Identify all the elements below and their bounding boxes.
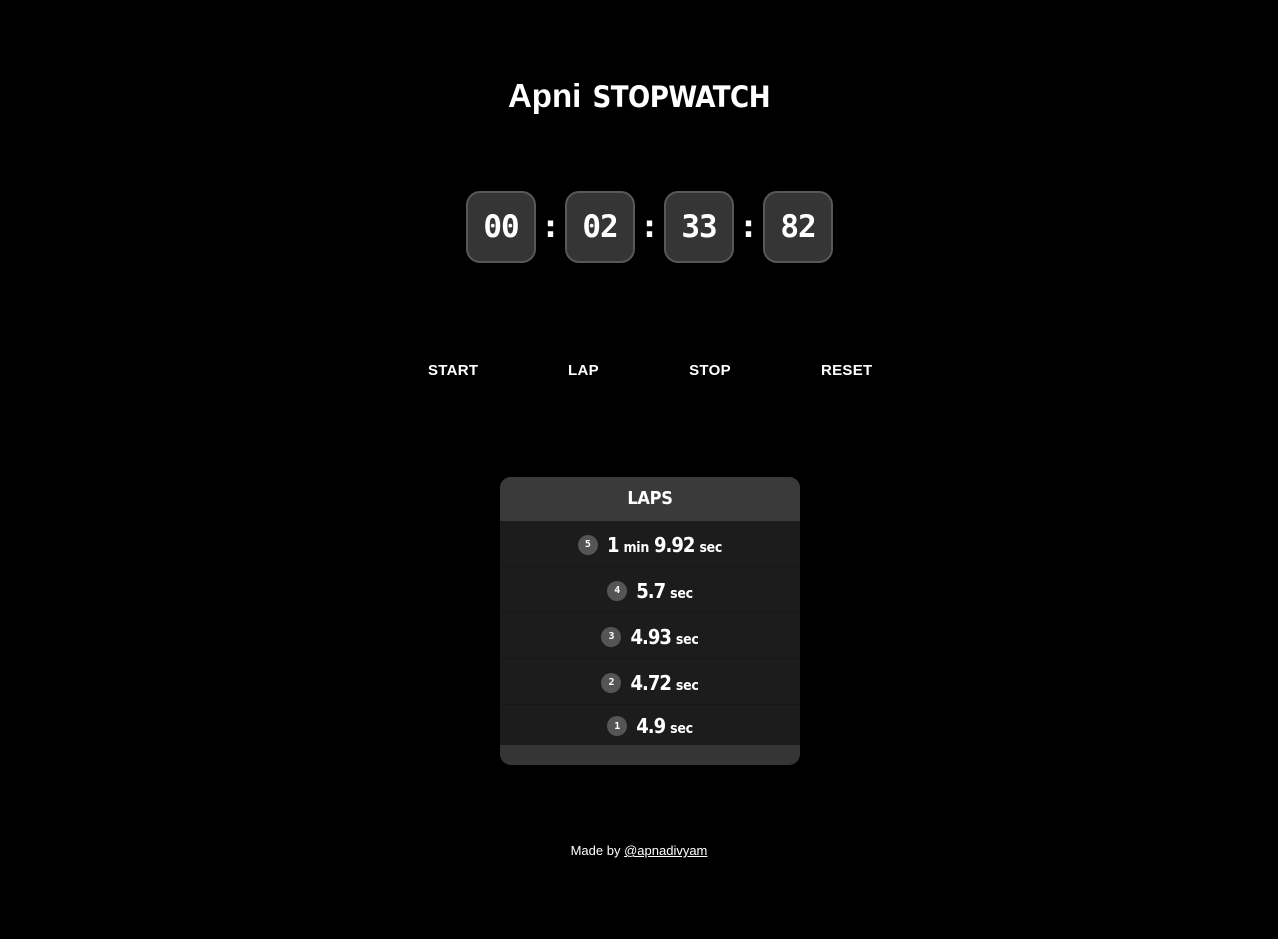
lap-time: 4.9 sec xyxy=(636,714,693,738)
lap-seconds-unit: sec xyxy=(670,585,693,602)
reset-button[interactable]: RESET xyxy=(821,360,872,382)
lap-seconds: 4.93 xyxy=(630,624,671,649)
footer-prefix: Made by xyxy=(570,843,621,858)
lap-number-badge: 3 xyxy=(601,626,622,647)
time-separator: : xyxy=(742,210,755,245)
lap-time: 4.72 sec xyxy=(630,671,698,695)
lap-item: 1 4.9 sec xyxy=(500,705,800,745)
author-link[interactable]: @apnadivyam xyxy=(624,843,707,858)
title-brand: Apni xyxy=(507,77,582,114)
start-button[interactable]: START xyxy=(428,360,478,382)
laps-panel: LAPS 5 1 min 9.92 sec 4 5.7 sec 3 4.93 s… xyxy=(500,477,800,765)
lap-seconds-unit: sec xyxy=(675,631,699,648)
lap-time: 4.93 sec xyxy=(630,625,698,649)
lap-number-badge: 2 xyxy=(601,672,622,693)
lap-number-badge: 1 xyxy=(607,716,628,736)
laps-heading: LAPS xyxy=(500,477,800,521)
lap-number-badge: 5 xyxy=(577,534,598,555)
lap-item: 5 1 min 9.92 sec xyxy=(500,521,800,567)
lap-number-badge: 4 xyxy=(607,580,628,601)
lap-seconds-unit: sec xyxy=(675,677,699,694)
page-title: Apni STOPWATCH xyxy=(0,76,1278,117)
lap-seconds: 4.72 xyxy=(630,670,671,695)
lap-seconds-unit: sec xyxy=(699,539,723,556)
lap-minutes-unit: min xyxy=(623,539,649,556)
timer-display: 00 : 02 : 33 : 82 xyxy=(466,191,833,263)
time-separator: : xyxy=(643,210,656,245)
lap-time: 5.7 sec xyxy=(636,579,693,603)
stop-button[interactable]: STOP xyxy=(689,360,731,382)
title-word: STOPWATCH xyxy=(592,80,771,114)
lap-item: 3 4.93 sec xyxy=(500,613,800,659)
lap-seconds: 5.7 xyxy=(636,578,666,603)
lap-seconds: 9.92 xyxy=(654,532,695,557)
lap-seconds-unit: sec xyxy=(670,721,693,737)
minutes-display: 02 xyxy=(565,191,635,263)
lap-button[interactable]: LAP xyxy=(568,360,599,382)
time-separator: : xyxy=(544,210,557,245)
hours-display: 00 xyxy=(466,191,536,263)
seconds-display: 33 xyxy=(664,191,734,263)
laps-list[interactable]: 5 1 min 9.92 sec 4 5.7 sec 3 4.93 sec 2 xyxy=(500,521,800,745)
control-bar: START LAP STOP RESET xyxy=(0,360,1278,382)
lap-minutes: 1 xyxy=(606,532,619,557)
footer: Made by @apnadivyam xyxy=(0,842,1278,860)
lap-seconds: 4.9 xyxy=(636,714,666,738)
lap-item: 2 4.72 sec xyxy=(500,659,800,705)
lap-item: 4 5.7 sec xyxy=(500,567,800,613)
centiseconds-display: 82 xyxy=(763,191,833,263)
lap-time: 1 min 9.92 sec xyxy=(607,533,722,557)
